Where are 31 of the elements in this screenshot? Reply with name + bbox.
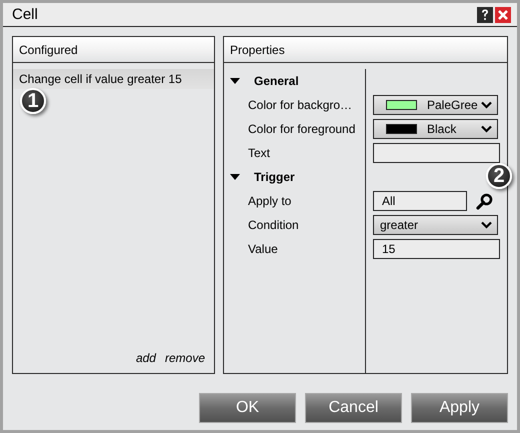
expanded-arrow-icon[interactable] <box>230 173 240 181</box>
color-dropdown[interactable]: PaleGree <box>373 95 498 115</box>
input-field[interactable] <box>373 143 500 163</box>
input-field[interactable]: All <box>373 191 467 211</box>
expanded-arrow-icon[interactable] <box>230 77 240 85</box>
property-label: Color for foreground <box>248 122 356 136</box>
property-label: Apply to <box>248 194 292 208</box>
property-label: Text <box>248 146 270 160</box>
dialog-button[interactable]: Apply <box>411 393 508 423</box>
list-item[interactable]: Change cell if value greater 15 <box>13 69 214 89</box>
property-label: Value <box>248 242 278 256</box>
condition-dropdown[interactable]: greater <box>373 215 498 235</box>
property-label: Condition <box>248 218 299 232</box>
search-icon[interactable] <box>476 192 493 210</box>
chevron-down-icon <box>481 125 492 133</box>
window-title: Cell <box>12 6 39 23</box>
property-label: Color for backgro… <box>248 98 352 112</box>
action-link[interactable]: add <box>136 351 156 365</box>
close-icon[interactable] <box>495 6 511 22</box>
group-label: Trigger <box>254 170 295 184</box>
chevron-down-icon <box>481 101 492 109</box>
panel-header: Configured <box>13 37 214 63</box>
color-dropdown[interactable]: Black <box>373 119 498 139</box>
panel-header: Properties <box>224 37 507 63</box>
dialog-button[interactable]: Cancel <box>305 393 402 423</box>
dialog-button[interactable]: OK <box>199 393 296 423</box>
help-icon[interactable] <box>477 6 493 22</box>
input-field[interactable]: 15 <box>373 239 500 259</box>
chevron-down-icon <box>481 221 492 229</box>
action-link[interactable]: remove <box>164 351 205 365</box>
group-label: General <box>254 74 299 88</box>
